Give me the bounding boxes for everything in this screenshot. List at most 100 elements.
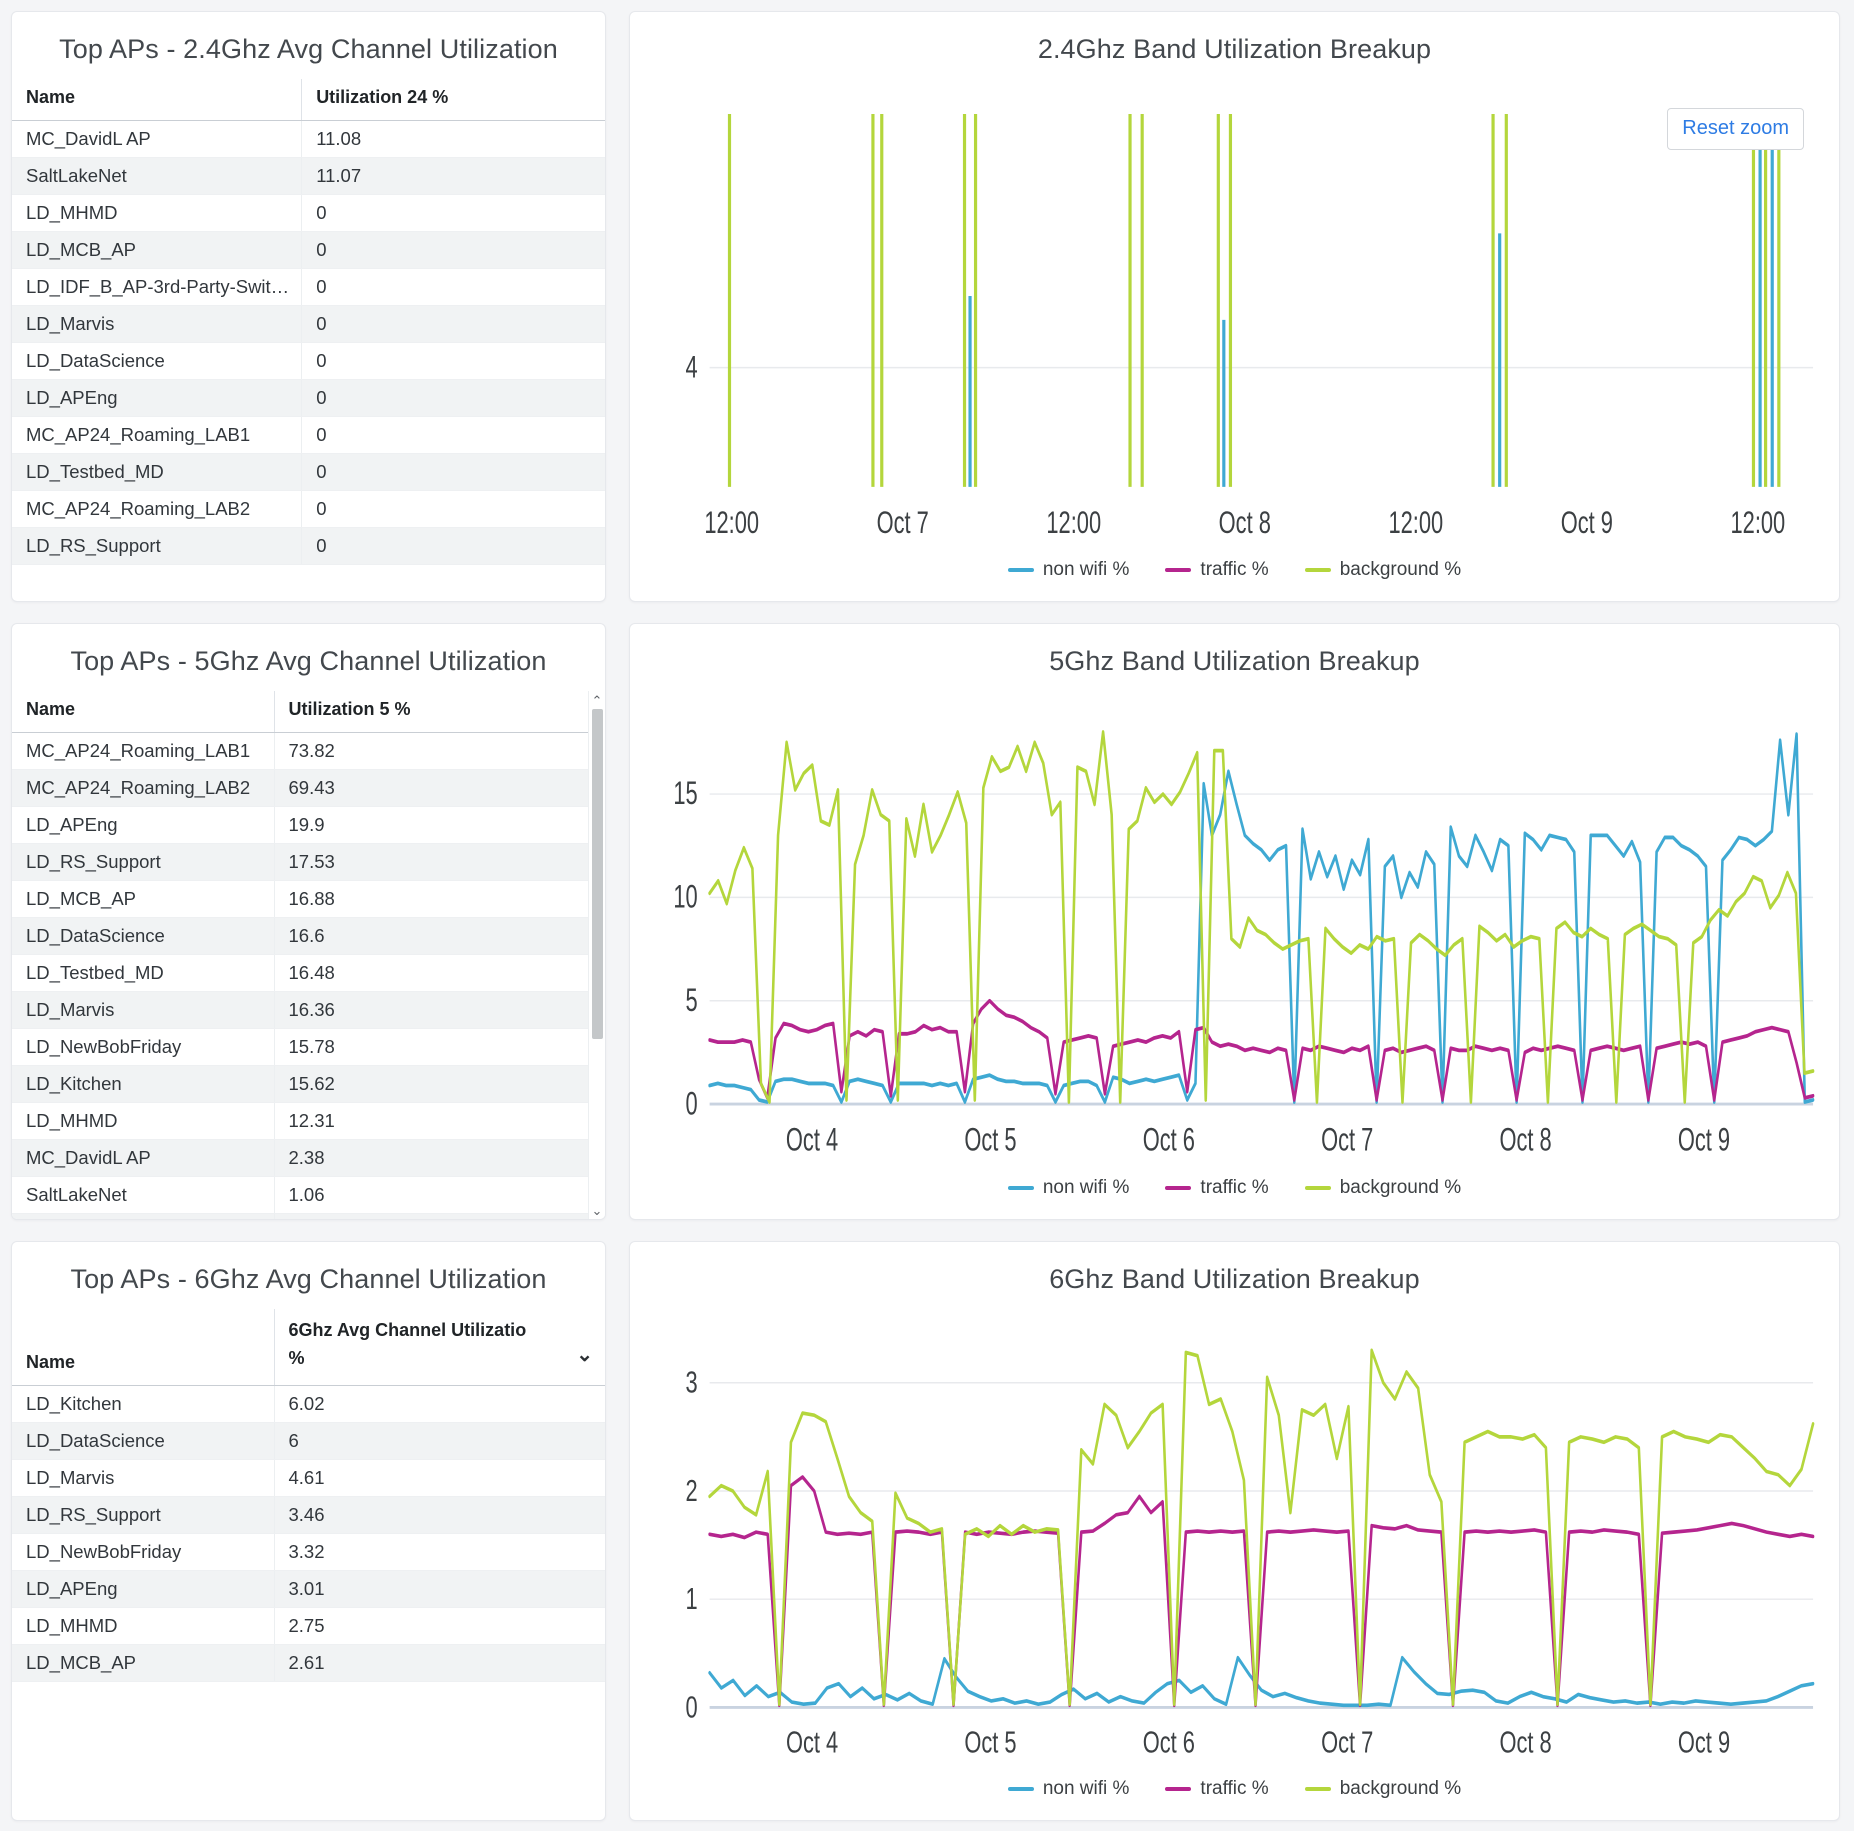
- legend-item[interactable]: non wifi %: [1007, 1177, 1129, 1199]
- legend-item[interactable]: non wifi %: [1007, 1778, 1130, 1800]
- cell-utilization-value: 15.78: [273, 1028, 605, 1066]
- legend-item[interactable]: traffic %: [1165, 1177, 1269, 1199]
- table-row[interactable]: SaltLakeNet 11.07: [12, 157, 605, 195]
- legend-item[interactable]: traffic %: [1165, 1778, 1269, 1800]
- chart-svg-6ghz: 0 1 2 3 Oct 4 Oct 5 Oct 6 Oct 7 Oct 8 Oct 9: [686, 1348, 1815, 1760]
- table-row[interactable]: MC_AP24_Roaming_LAB1 0: [12, 416, 605, 454]
- table-row[interactable]: LD_MHMD 2.75: [12, 1607, 605, 1645]
- cell-utilization-value: 0: [301, 379, 605, 417]
- column-header-line1: 6Ghz Avg Channel Utilizatio: [288, 1320, 527, 1340]
- table-row[interactable]: LD_MHMD 12.31: [12, 1102, 605, 1140]
- scrollbar-thumb[interactable]: [591, 709, 603, 1039]
- table-row[interactable]: LD_NewBobFriday 3.32: [12, 1533, 605, 1571]
- cell-utilization-value: 69.43: [273, 769, 605, 807]
- legend-item[interactable]: non wifi %: [1007, 559, 1129, 581]
- cell-utilization-value: 11.07: [301, 157, 605, 195]
- cell-ap-name: LD_Kitchen: [12, 1385, 274, 1423]
- legend-item[interactable]: traffic %: [1165, 559, 1269, 581]
- legend-label: background %: [1339, 1177, 1462, 1198]
- cell-utilization-value: 0: [273, 1213, 605, 1219]
- table-row[interactable]: LD_RS_Support 3.46: [12, 1496, 605, 1534]
- table-row[interactable]: LD_MHMD 0: [12, 194, 605, 232]
- legend-item[interactable]: background %: [1304, 1177, 1462, 1199]
- svg-text:12:00: 12:00: [1388, 504, 1443, 540]
- table-row[interactable]: LD_Testbed_MD 16.48: [12, 954, 605, 992]
- table-row[interactable]: LD_RS_Support 0: [12, 527, 605, 565]
- cell-ap-name: LD_DataScience: [12, 917, 274, 955]
- table-row[interactable]: LD_APEng 0: [12, 379, 605, 417]
- reset-zoom-button[interactable]: Reset zoom: [1667, 108, 1804, 150]
- scrollbar-track[interactable]: [589, 709, 606, 1201]
- cell-ap-name: LD_DataScience: [12, 342, 302, 380]
- chart-legend-24ghz: non wifi % traffic % background %: [630, 553, 1839, 601]
- column-header-utilization-5[interactable]: Utilization 5 %: [273, 691, 605, 733]
- legend-item[interactable]: background %: [1304, 1778, 1461, 1800]
- table-row[interactable]: LD_MCB_AP 16.88: [12, 880, 605, 918]
- chart-area-6ghz[interactable]: 0 1 2 3 Oct 4 Oct 5 Oct 6 Oct 7 Oct 8 Oct 9: [630, 1309, 1839, 1772]
- cell-ap-name: LD_Testbed_MD: [12, 453, 302, 491]
- table-top-aps-24ghz: Name Utilization 24 % MC_DavidL AP 11.08 S…: [12, 79, 605, 565]
- table-row[interactable]: LD_APEng 3.01: [12, 1570, 605, 1608]
- table-row[interactable]: LD_Marvis 0: [12, 305, 605, 343]
- panel-cell-chart-24: 2.4Ghz Band Utilization Breakup Reset zo…: [620, 0, 1854, 612]
- table-row[interactable]: LD_DataScience 16.6: [12, 917, 605, 955]
- table-scrollbar-5ghz[interactable]: ⌃ ⌄: [588, 691, 605, 1219]
- svg-text:15: 15: [673, 775, 697, 811]
- table-row[interactable]: LD_Testbed_MD 0: [12, 453, 605, 491]
- table-row[interactable]: LD_Kitchen 6.02: [12, 1385, 605, 1423]
- table-row[interactable]: LD_IDF_B_AP-3rd-Party-Sw0: [12, 1213, 605, 1219]
- legend-swatch-icon: [1165, 1186, 1192, 1190]
- chevron-down-icon[interactable]: ⌄: [576, 1345, 593, 1365]
- table-row[interactable]: MC_AP24_Roaming_LAB2 0: [12, 490, 605, 528]
- table-row[interactable]: LD_RS_Support 17.53: [12, 843, 605, 881]
- table-row[interactable]: LD_APEng 19.9: [12, 806, 605, 844]
- table-row[interactable]: MC_DavidL AP 11.08: [12, 120, 605, 158]
- table-row[interactable]: LD_DataScience 6: [12, 1422, 605, 1460]
- cell-utilization-value: 11.08: [301, 120, 605, 158]
- cell-utilization-value: 6: [273, 1422, 605, 1460]
- cell-ap-name: LD_MCB_AP: [12, 880, 274, 918]
- legend-swatch-icon: [1304, 1186, 1331, 1190]
- legend-label: non wifi %: [1042, 1778, 1130, 1799]
- table-row[interactable]: MC_AP24_Roaming_LAB1 73.82: [12, 732, 605, 770]
- table-row[interactable]: MC_DavidL AP 2.38: [12, 1139, 605, 1177]
- column-header-name[interactable]: Name: [12, 1309, 274, 1386]
- svg-text:Oct 8: Oct 8: [1499, 1725, 1551, 1760]
- table-row[interactable]: SaltLakeNet 1.06: [12, 1176, 605, 1214]
- table-row[interactable]: LD_MCB_AP 0: [12, 231, 605, 269]
- chart-svg-24ghz: 4 12:00 Oct 7 12:00 Oct 8 12:00 Oct 9 12:00: [686, 114, 1814, 540]
- chart-area-5ghz[interactable]: 0 5 10 15 Oct 4 Oct 5 Oct 6 Oct 7 Oct 8 Oct 9: [630, 691, 1839, 1171]
- cell-utilization-value: 0: [301, 527, 605, 565]
- table-row[interactable]: LD_NewBobFriday 15.78: [12, 1028, 605, 1066]
- cell-ap-name: LD_MHMD: [12, 1102, 274, 1140]
- table-row[interactable]: LD_MCB_AP 2.61: [12, 1644, 605, 1682]
- table-row[interactable]: LD_DataScience 0: [12, 342, 605, 380]
- cell-ap-name: LD_MCB_AP: [12, 231, 302, 269]
- panel-cell-chart-6: 6Ghz Band Utilization Breakup 0 1 2 3 Oct 4 O…: [620, 1230, 1854, 1831]
- scroll-down-icon[interactable]: ⌄: [589, 1201, 606, 1219]
- column-header-utilization-24[interactable]: Utilization 24 %: [301, 79, 605, 121]
- table-row[interactable]: LD_Kitchen 15.62: [12, 1065, 605, 1103]
- cell-utilization-value: 0: [301, 416, 605, 454]
- svg-text:Oct 9: Oct 9: [1678, 1725, 1730, 1760]
- table-row[interactable]: LD_Marvis 4.61: [12, 1459, 605, 1497]
- legend-label: traffic %: [1200, 1177, 1269, 1198]
- legend-label: background %: [1339, 559, 1462, 580]
- scroll-up-icon[interactable]: ⌃: [589, 691, 606, 709]
- chart-area-24ghz[interactable]: 4 12:00 Oct 7 12:00 Oct 8 12:00 Oct 9 12:00: [630, 79, 1839, 553]
- cell-utilization-value: 3.32: [273, 1533, 605, 1571]
- table-row[interactable]: MC_AP24_Roaming_LAB2 69.43: [12, 769, 605, 807]
- table-header-row: Name 6Ghz Avg Channel Utilizatio % ⌄: [12, 1309, 605, 1386]
- panel-title-24ghz-chart: 2.4Ghz Band Utilization Breakup: [1037, 34, 1432, 64]
- cell-utilization-value: 15.62: [273, 1065, 605, 1103]
- table-row[interactable]: LD_IDF_B_AP-3rd-Party-Swit… 0: [12, 268, 605, 306]
- column-header-name[interactable]: Name: [12, 79, 302, 121]
- panel-cell-table-5: Top APs - 5Ghz Avg Channel Utilization N…: [0, 612, 620, 1230]
- column-header-6ghz-avg-channel-utilization[interactable]: 6Ghz Avg Channel Utilizatio % ⌄: [273, 1309, 605, 1386]
- column-header-name[interactable]: Name: [12, 691, 274, 733]
- legend-item[interactable]: background %: [1304, 559, 1462, 581]
- table-row[interactable]: LD_Marvis 16.36: [12, 991, 605, 1029]
- cell-utilization-value: 19.9: [273, 806, 605, 844]
- panel-title-top-aps-6ghz: Top APs - 6Ghz Avg Channel Utilization: [70, 1264, 547, 1294]
- cell-ap-name: MC_AP24_Roaming_LAB2: [12, 490, 302, 528]
